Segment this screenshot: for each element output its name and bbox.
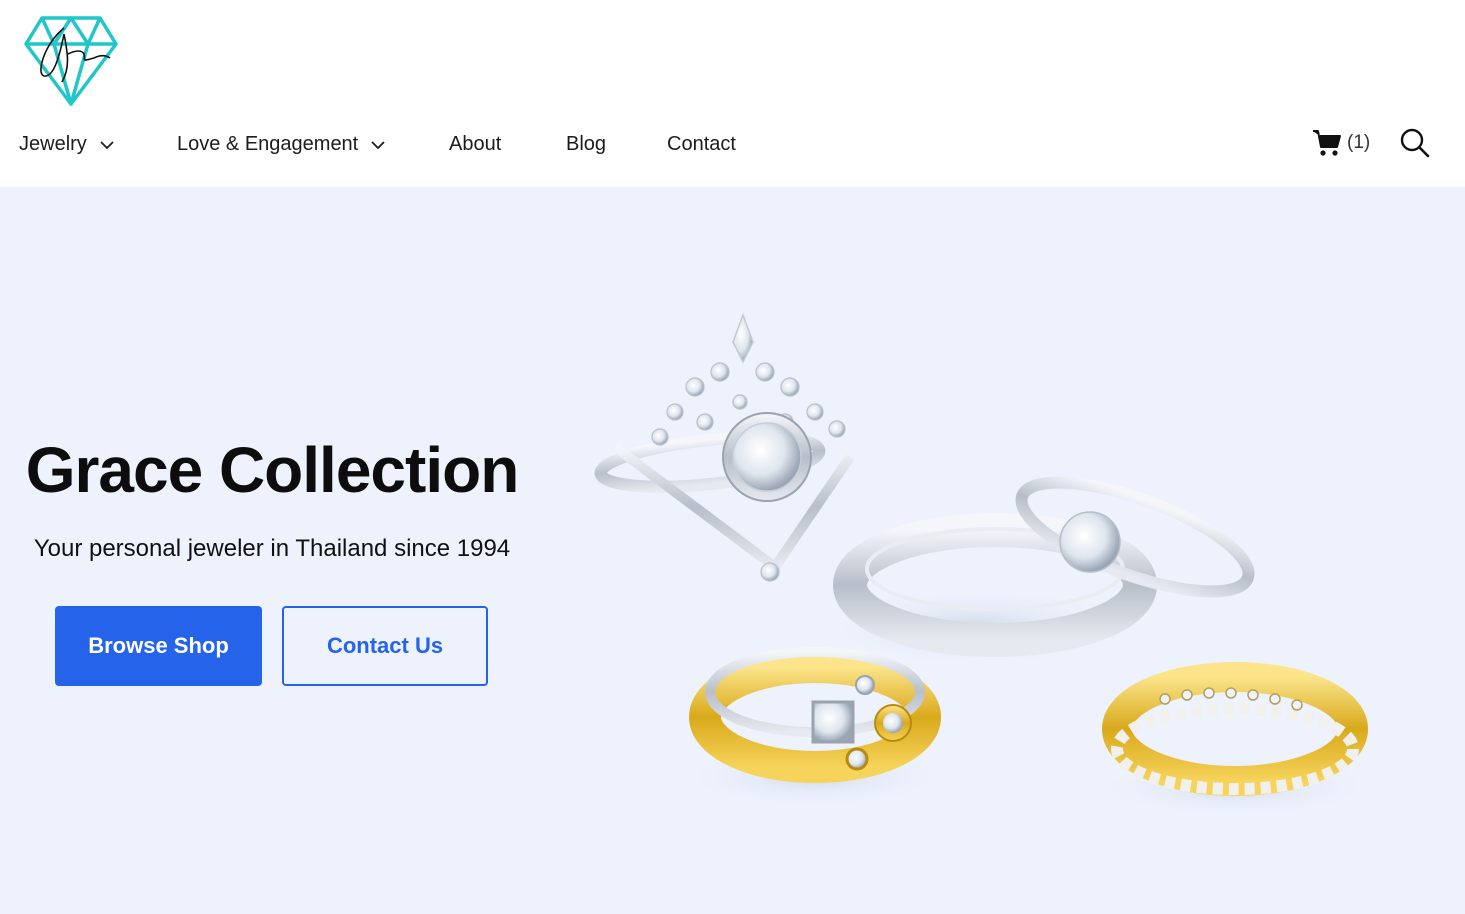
nav-item-love-engagement[interactable]: Love & Engagement: [177, 124, 386, 164]
diamond-logo-icon: [24, 16, 118, 106]
nav-item-about[interactable]: About: [449, 124, 501, 164]
rings-photo: [575, 297, 1375, 817]
main-nav: Jewelry Love & Engagement About Blog Con…: [0, 124, 1465, 164]
chevron-down-icon: [370, 136, 386, 152]
hero-title: Grace Collection: [25, 434, 520, 506]
nav-item-jewelry[interactable]: Jewelry: [19, 124, 115, 164]
nav-item-label: Love & Engagement: [177, 132, 359, 155]
nav-item-contact[interactable]: Contact: [667, 124, 736, 164]
site-header: Jewelry Love & Engagement About Blog Con…: [0, 0, 1465, 187]
nav-item-label: Contact: [667, 132, 736, 155]
nav-item-label: Blog: [566, 132, 607, 155]
contact-us-button[interactable]: Contact Us: [282, 606, 488, 686]
browse-shop-button[interactable]: Browse Shop: [55, 606, 262, 686]
hero-subtitle: Your personal jeweler in Thailand since …: [33, 535, 511, 562]
nav-item-blog[interactable]: Blog: [566, 124, 606, 164]
cart-button[interactable]: (1): [1312, 126, 1370, 160]
cart-icon: [1313, 130, 1341, 156]
hero-section: Grace Collection Your personal jeweler i…: [0, 187, 1465, 914]
search-button[interactable]: [1399, 127, 1431, 159]
chevron-down-icon: [99, 136, 115, 152]
search-icon: [1400, 128, 1430, 158]
cart-count: (1): [1347, 132, 1371, 153]
nav-item-label: About: [449, 132, 502, 155]
nav-item-label: Jewelry: [19, 132, 87, 155]
brand-logo[interactable]: [24, 14, 118, 108]
